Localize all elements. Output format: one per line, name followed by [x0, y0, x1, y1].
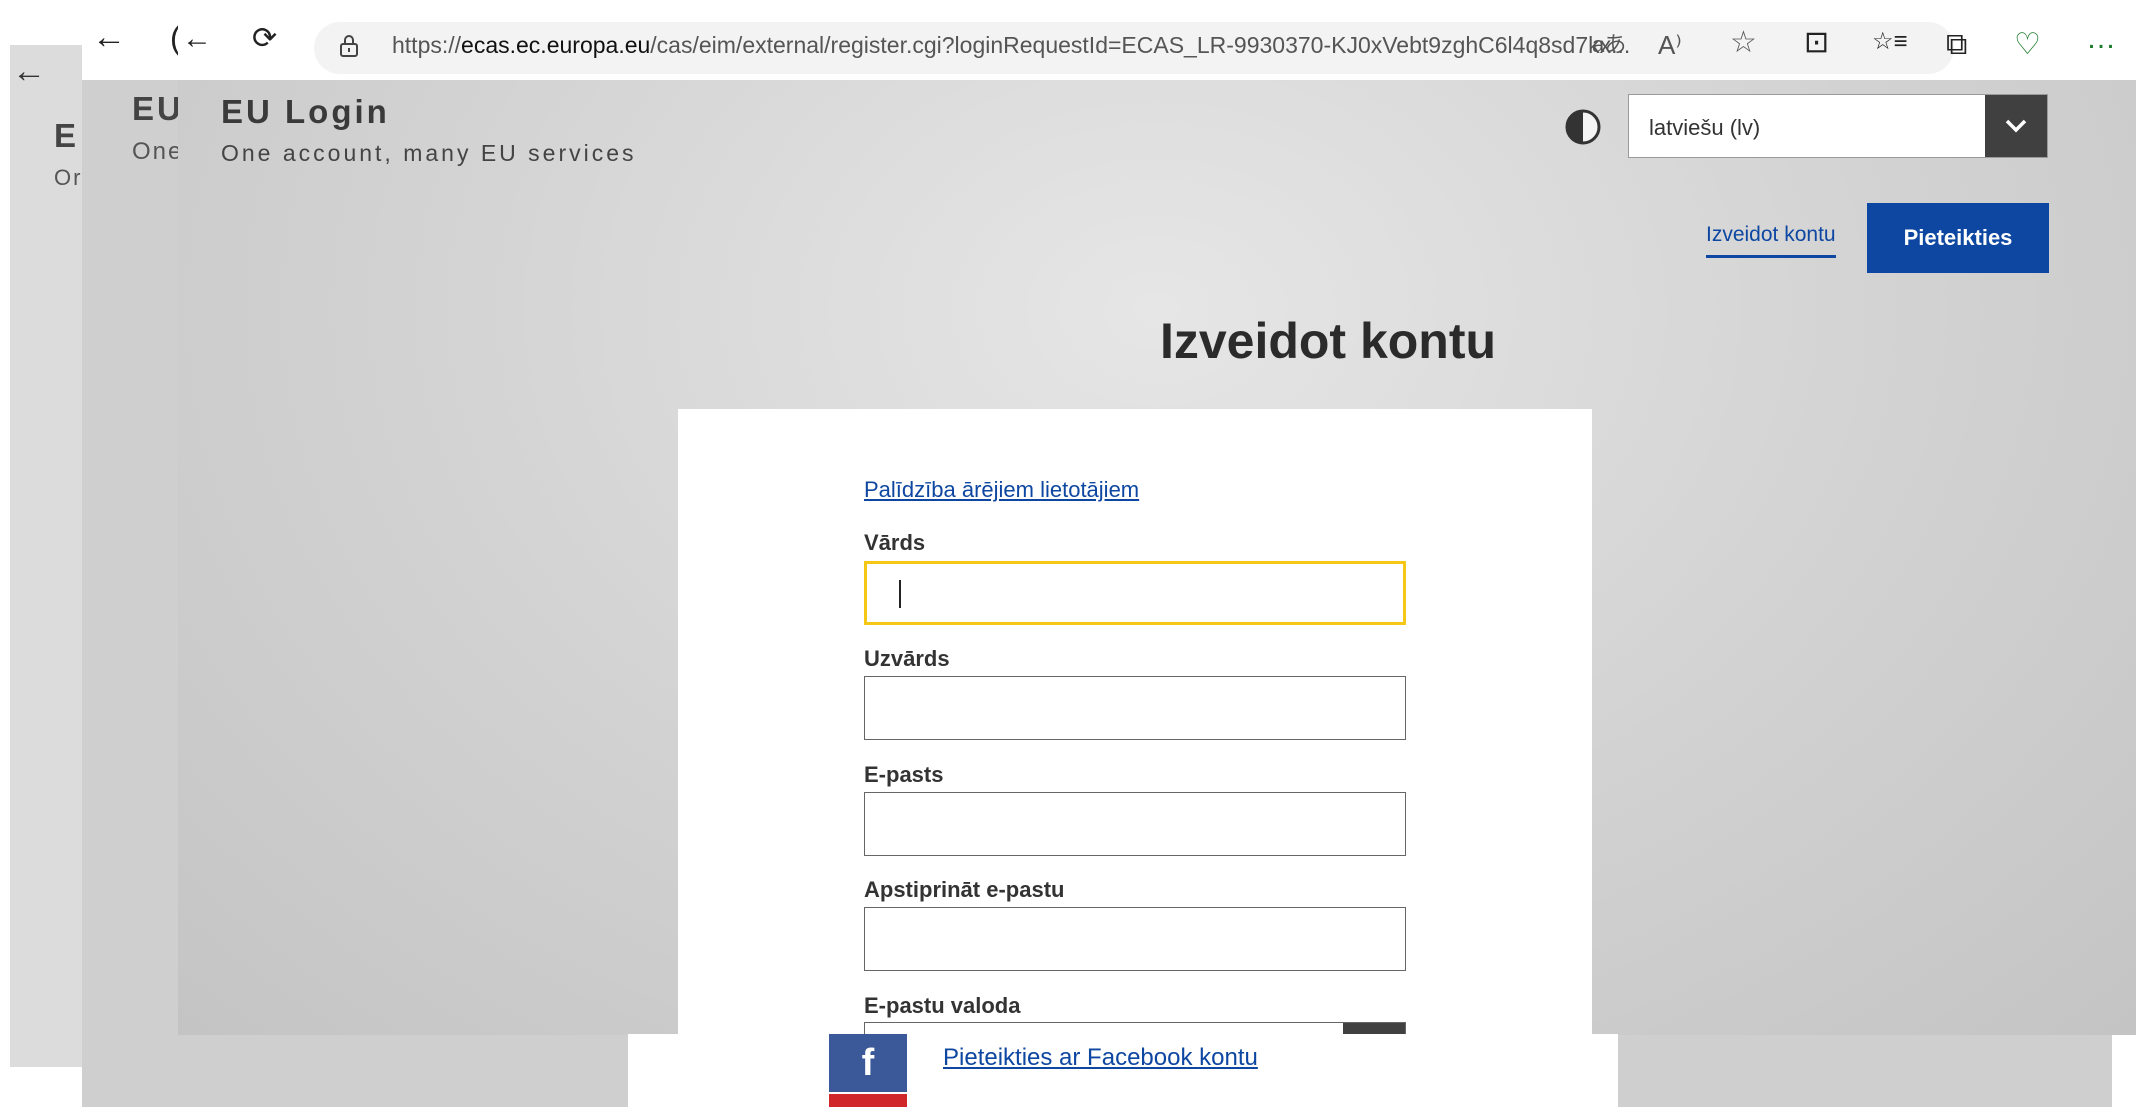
favorite-star-icon[interactable]: ☆ [1730, 28, 1757, 58]
url-host: ecas.ec.europa.eu [461, 32, 651, 58]
brand-subtitle: One account, many EU services [221, 140, 637, 166]
page-title: Izveidot kontu [1159, 313, 1497, 369]
lock-icon[interactable] [338, 34, 360, 58]
language-select-value: latviešu (lv) [1649, 115, 1761, 140]
read-aloud-icon[interactable]: A⁾ [1658, 32, 1682, 58]
text-caret [899, 580, 901, 608]
collections-icon[interactable]: ⧉ [1946, 30, 1967, 60]
browser-essentials-icon[interactable]: ♡ [2014, 30, 2041, 60]
facebook-icon[interactable]: f [829, 1034, 907, 1092]
middle-window-subtitle-fragment: One [132, 138, 184, 165]
more-icon[interactable]: … [2086, 24, 2116, 54]
login-button[interactable]: Pieteikties [1867, 203, 2049, 273]
back-window-back-arrow-icon: ← [12, 52, 46, 90]
register-tab[interactable]: Izveidot kontu [1706, 223, 1836, 258]
confirm-email-label: Apstiprināt e-pastu [864, 877, 1065, 902]
social-login-button-partial[interactable] [829, 1094, 907, 1107]
email-label: E-pasts [864, 762, 944, 787]
browser-toolbar: ← ⟳ https://ecas.ec.europa.eu/cas/eim/ex… [178, 0, 2136, 80]
reload-icon[interactable]: ⟳ [252, 24, 277, 54]
brand-title: EU Login [221, 93, 390, 130]
chevron-down-icon[interactable] [1985, 95, 2047, 157]
back-window-brand-fragment: E [54, 117, 80, 154]
url-prefix: https:// [392, 32, 462, 58]
middle-window-back-arrow-icon: ← [92, 18, 126, 56]
back-arrow-icon[interactable]: ← [182, 24, 212, 54]
facebook-login-link[interactable]: Pieteikties ar Facebook kontu [943, 1044, 1258, 1072]
last-name-label: Uzvārds [864, 646, 950, 671]
favorites-list-icon[interactable]: ☆≡ [1872, 30, 1908, 54]
translate-icon[interactable]: aあ [1592, 34, 1626, 56]
contrast-icon[interactable] [1564, 108, 1602, 146]
email-language-label: E-pastu valoda [864, 993, 1021, 1018]
language-select[interactable]: latviešu (lv) [1628, 94, 2048, 158]
first-name-label: Vārds [864, 530, 926, 555]
middle-window-brand-fragment: EU [132, 90, 184, 127]
help-link-external-users[interactable]: Palīdzība ārējiem lietotājiem [864, 477, 1139, 503]
email-input[interactable] [864, 792, 1406, 856]
back-window-subtitle-fragment: Or [54, 165, 83, 190]
url-text[interactable]: https://ecas.ec.europa.eu/cas/eim/extern… [392, 32, 1630, 59]
browser-window: ← ⟳ https://ecas.ec.europa.eu/cas/eim/ex… [178, 0, 2136, 1035]
split-screen-icon[interactable]: ⊡ [1804, 28, 1829, 58]
last-name-input[interactable] [864, 676, 1406, 740]
first-name-input[interactable] [864, 561, 1406, 625]
confirm-email-input[interactable] [864, 907, 1406, 971]
url-path: /cas/eim/external/register.cgi?loginRequ… [650, 32, 1631, 58]
